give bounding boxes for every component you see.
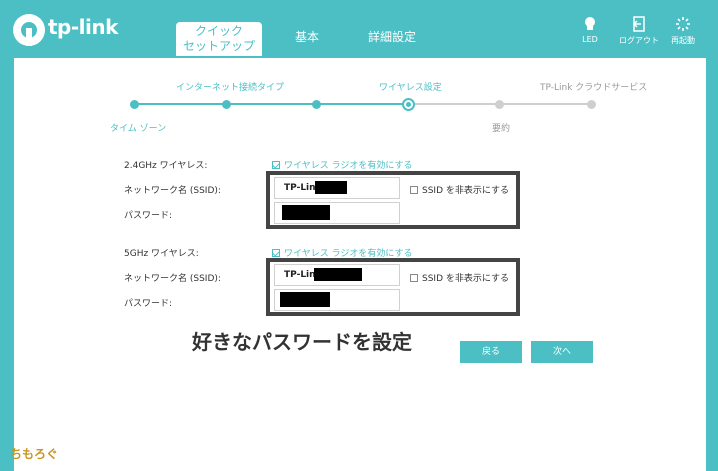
band-5-label: 5GHz ワイヤレス: <box>124 249 199 259</box>
tab-quick-setup[interactable]: クイック セットアップ <box>176 22 262 56</box>
step-dot-wireless[interactable] <box>402 98 415 111</box>
next-button[interactable]: 次へ <box>531 341 593 363</box>
reboot-label: 再起動 <box>671 36 695 45</box>
reboot-button[interactable]: 再起動 <box>668 16 698 46</box>
main-panel: インターネット接続タイプ ワイヤレス設定 TP-Link クラウドサービス タイ… <box>14 58 706 471</box>
password-5-label: パスワード: <box>124 299 173 309</box>
hide-ssid-5-checkbox[interactable]: SSID を非表示にする <box>410 271 509 284</box>
step-label-summary: 要約 <box>492 124 511 134</box>
led-label: LED <box>582 35 598 44</box>
logout-label: ログアウト <box>619 36 659 45</box>
bulb-icon <box>582 16 598 32</box>
hide-ssid-5-label: SSID を非表示にする <box>422 274 509 284</box>
checkbox-unchecked-icon <box>410 186 418 194</box>
redaction-password-24 <box>282 205 330 220</box>
band-24-enable-checkbox[interactable]: ワイヤレス ラジオを有効にする <box>272 158 413 171</box>
reboot-icon <box>675 16 691 32</box>
step-dot-intermediate[interactable] <box>312 100 321 109</box>
redaction-ssid-5 <box>314 268 362 281</box>
step-dot-connection-type[interactable] <box>222 100 231 109</box>
top-bar: tp-link クイック セットアップ 基本 詳細設定 LED ログアウト 再起… <box>0 0 718 58</box>
checkbox-checked-icon <box>272 249 280 257</box>
back-button[interactable]: 戻る <box>460 341 522 363</box>
band-24-label: 2.4GHz ワイヤレス: <box>124 161 208 171</box>
hide-ssid-24-label: SSID を非表示にする <box>422 186 509 196</box>
step-dot-cloud <box>587 100 596 109</box>
band-24-enable-label: ワイヤレス ラジオを有効にする <box>284 161 413 171</box>
redaction-ssid-24 <box>315 181 347 194</box>
brand-name: tp-link <box>48 15 118 39</box>
checkbox-checked-icon <box>272 161 280 169</box>
tab-quick-setup-line2: セットアップ <box>182 39 255 53</box>
step-label-timezone: タイム ゾーン <box>110 124 167 134</box>
step-label-connection-type: インターネット接続タイプ <box>176 83 285 93</box>
logout-icon <box>631 16 647 32</box>
watermark-text: ちもろぐ <box>10 447 59 461</box>
step-label-cloud: TP-Link クラウドサービス <box>540 83 648 93</box>
progress-track-done <box>134 103 408 105</box>
ssid-24-label: ネットワーク名 (SSID): <box>124 186 221 196</box>
step-dot-timezone[interactable] <box>130 100 139 109</box>
step-label-wireless: ワイヤレス設定 <box>379 83 442 93</box>
password-24-label: パスワード: <box>124 211 173 221</box>
checkbox-unchecked-icon <box>410 274 418 282</box>
caption-text: 好きなパスワードを設定 <box>192 330 412 354</box>
redaction-password-5 <box>280 292 330 307</box>
hide-ssid-24-checkbox[interactable]: SSID を非表示にする <box>410 183 509 196</box>
logout-button[interactable]: ログアウト <box>617 16 661 46</box>
ssid-5-label: ネットワーク名 (SSID): <box>124 274 221 284</box>
led-button[interactable]: LED <box>579 16 601 44</box>
tab-quick-setup-line1: クイック <box>194 24 243 38</box>
step-dot-summary <box>495 100 504 109</box>
tp-link-logo-icon <box>13 14 45 46</box>
